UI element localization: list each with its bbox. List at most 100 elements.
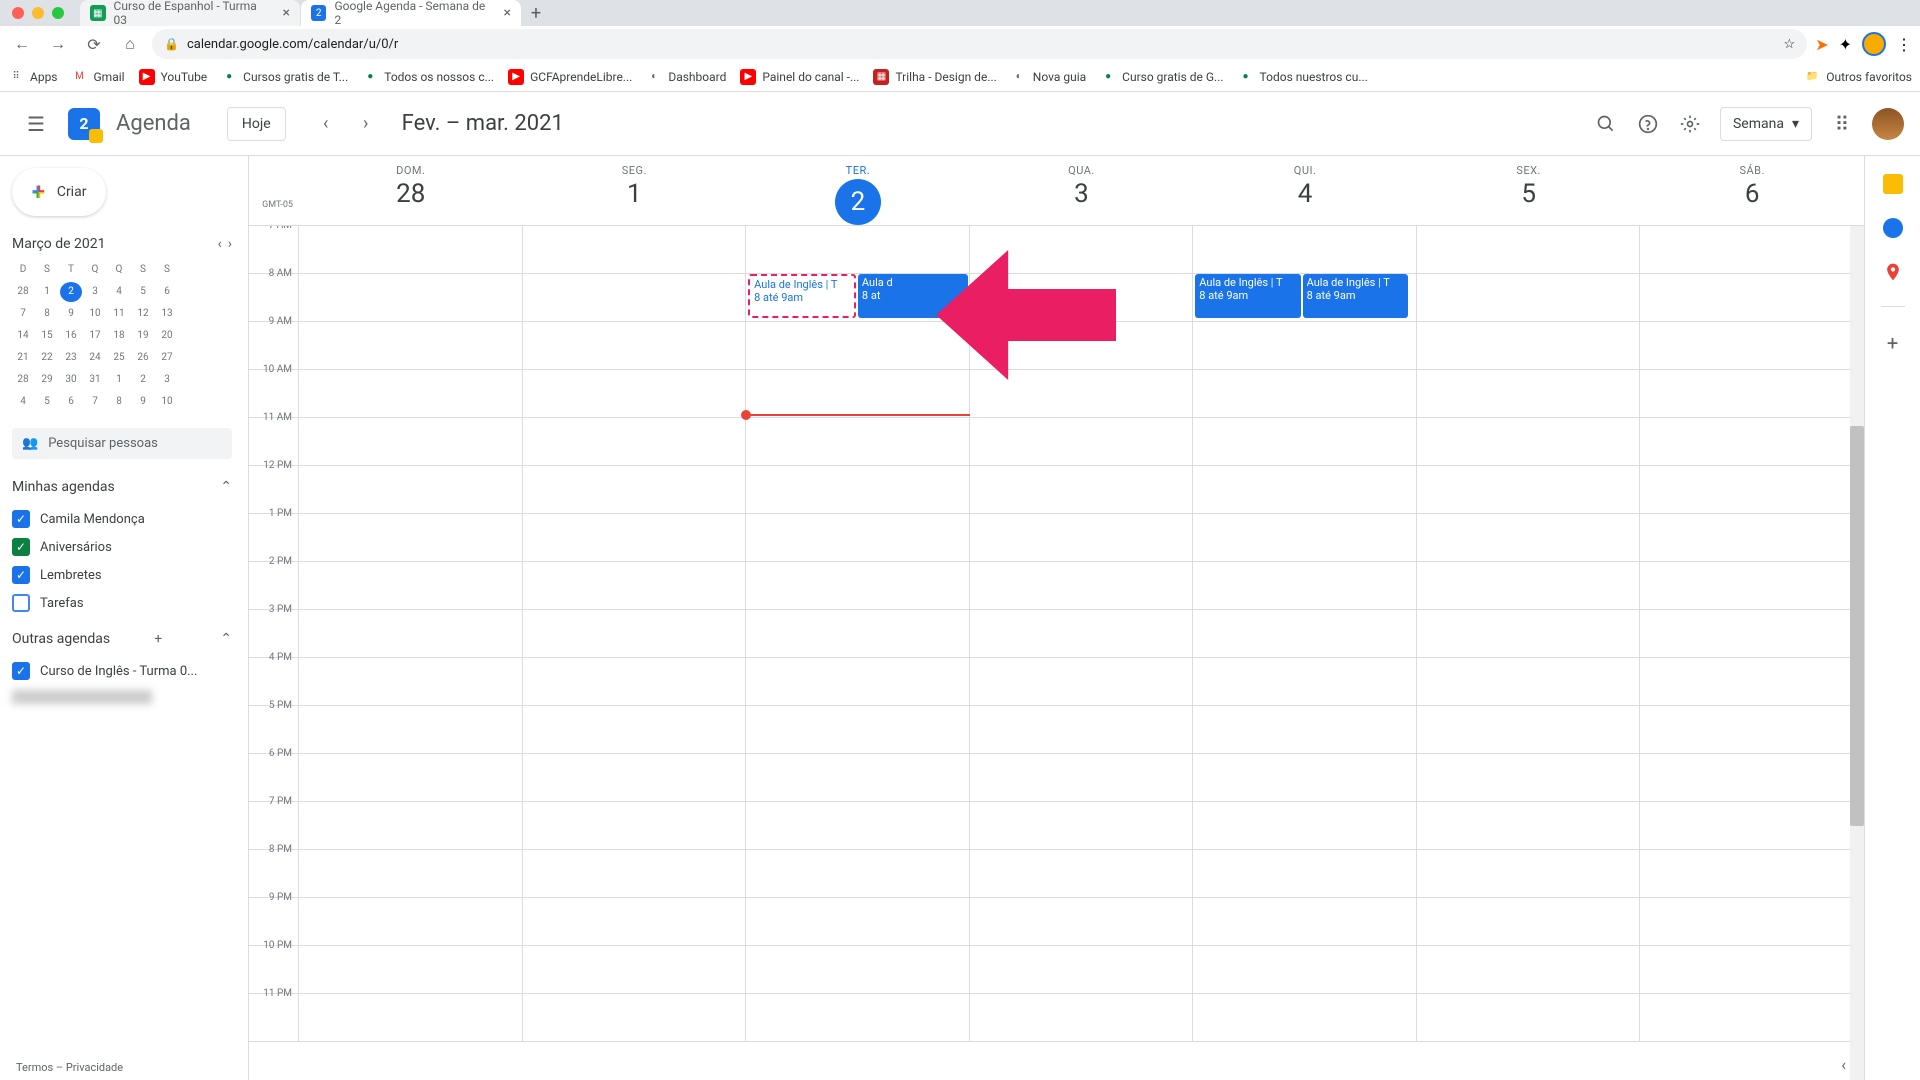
add-calendar-icon[interactable]: + [154, 631, 162, 647]
close-tab-icon[interactable]: × [283, 5, 290, 21]
new-tab-button[interactable]: + [522, 3, 550, 24]
next-week-button[interactable]: › [350, 108, 382, 140]
youtube-bookmark[interactable]: ▶YouTube [139, 69, 208, 85]
mini-day[interactable]: 25 [108, 348, 130, 368]
mini-day[interactable]: 20 [156, 326, 178, 346]
date-range[interactable]: Fev. – mar. 2021 [402, 111, 564, 136]
keep-icon[interactable] [1883, 174, 1903, 194]
event-drag-ghost[interactable]: Aula de Inglês | T 8 até 9am [748, 274, 856, 318]
mini-day[interactable]: 30 [60, 370, 82, 390]
mini-day[interactable]: 28 [12, 282, 34, 302]
mini-day[interactable]: 7 [12, 304, 34, 324]
next-month-button[interactable]: › [228, 236, 232, 252]
maps-icon[interactable] [1883, 262, 1903, 282]
mini-day[interactable]: 22 [36, 348, 58, 368]
maximize-window[interactable] [52, 7, 64, 19]
browser-tab-2[interactable]: 2 Google Agenda - Semana de 2 × [301, 0, 521, 26]
mini-day[interactable]: 6 [60, 392, 82, 412]
account-avatar[interactable] [1872, 108, 1904, 140]
checkbox[interactable]: ✓ [12, 510, 30, 528]
mini-day[interactable]: 1 [36, 282, 58, 302]
forward-button[interactable]: → [44, 30, 72, 58]
back-button[interactable]: ← [8, 30, 36, 58]
mini-day[interactable]: 12 [132, 304, 154, 324]
mini-day[interactable]: 21 [12, 348, 34, 368]
mini-day[interactable]: 26 [132, 348, 154, 368]
bookmark-item[interactable]: ▦Trilha - Design de... [873, 69, 996, 85]
mini-day[interactable]: 14 [12, 326, 34, 346]
mini-day[interactable]: 31 [84, 370, 106, 390]
star-icon[interactable]: ☆ [1784, 37, 1796, 52]
day-column[interactable] [1417, 226, 1641, 1042]
day-header[interactable]: QUA.3 [970, 156, 1194, 225]
tasks-icon[interactable] [1883, 218, 1903, 238]
checkbox[interactable]: ✓ [12, 662, 30, 680]
other-bookmarks[interactable]: 📁Outros favoritos [1804, 69, 1912, 85]
terms-privacy[interactable]: Termos – Privacidade [16, 1061, 123, 1074]
mini-day[interactable]: 3 [156, 370, 178, 390]
my-calendars-section[interactable]: Minhas agendas ⌃ [12, 479, 232, 495]
mini-day[interactable]: 27 [156, 348, 178, 368]
day-header[interactable]: SÁB.6 [1640, 156, 1864, 225]
bookmark-item[interactable]: ▶GCFAprendeLibre... [508, 69, 632, 85]
bookmark-item[interactable]: ▶Painel do canal -... [740, 69, 859, 85]
mini-day[interactable]: 3 [84, 282, 106, 302]
address-bar[interactable]: 🔒 calendar.google.com/calendar/u/0/r ☆ [152, 29, 1807, 59]
bookmark-item[interactable]: ●Cursos gratis de T... [221, 69, 348, 85]
calendar-event[interactable]: Aula de Inglês | T 8 até 9am [1303, 274, 1408, 318]
bookmark-item[interactable]: ◐Dashboard [646, 69, 726, 85]
bookmark-item[interactable]: ◐Nova guia [1011, 69, 1086, 85]
mini-day[interactable]: 8 [108, 392, 130, 412]
close-window[interactable] [12, 7, 24, 19]
create-button[interactable]: + Criar [12, 168, 106, 216]
mini-day[interactable]: 11 [108, 304, 130, 324]
mini-day[interactable]: 29 [36, 370, 58, 390]
mini-month-label[interactable]: Março de 2021 [12, 236, 106, 252]
home-button[interactable]: ⌂ [116, 30, 144, 58]
search-people-input[interactable]: 👥 Pesquisar pessoas [12, 428, 232, 459]
google-apps-icon[interactable]: ⠿ [1830, 112, 1854, 136]
menu-icon[interactable]: ⋮ [1896, 35, 1912, 54]
reload-button[interactable]: ⟳ [80, 30, 108, 58]
extensions-icon[interactable]: ✦ [1839, 35, 1852, 54]
mini-day[interactable]: 10 [84, 304, 106, 324]
day-header[interactable]: SEX.5 [1417, 156, 1641, 225]
calendar-list-item[interactable]: ✓Curso de Inglês - Turma 0... [12, 657, 232, 685]
today-button[interactable]: Hoje [227, 107, 286, 141]
mini-day[interactable]: 16 [60, 326, 82, 346]
profile-avatar[interactable] [1862, 32, 1886, 56]
day-column[interactable] [1193, 226, 1417, 1042]
mini-day[interactable]: 19 [132, 326, 154, 346]
day-column[interactable] [523, 226, 747, 1042]
mini-day[interactable]: 10 [156, 392, 178, 412]
bookmark-item[interactable]: ●Todos nuestros cu... [1238, 69, 1368, 85]
day-column[interactable] [1640, 226, 1864, 1042]
day-header[interactable]: SEG.1 [523, 156, 747, 225]
mini-day[interactable]: 15 [36, 326, 58, 346]
mini-day[interactable]: 4 [12, 392, 34, 412]
day-header[interactable]: QUI.4 [1193, 156, 1417, 225]
add-addon-icon[interactable]: + [1883, 331, 1903, 351]
help-icon[interactable] [1636, 112, 1660, 136]
mini-day[interactable]: 2 [60, 282, 82, 302]
calendar-list-item[interactable]: ✓Lembretes [12, 561, 232, 589]
bookmark-item[interactable]: ●Todos os nossos c... [362, 69, 494, 85]
day-header[interactable]: DOM.28 [299, 156, 523, 225]
mini-day[interactable]: 7 [84, 392, 106, 412]
calendar-list-item[interactable]: ✓Camila Mendonça [12, 505, 232, 533]
search-icon[interactable] [1594, 112, 1618, 136]
mini-day[interactable]: 13 [156, 304, 178, 324]
browser-tab-1[interactable]: ▦ Curso de Espanhol - Turma 03 × [80, 0, 300, 26]
checkbox[interactable]: ✓ [12, 538, 30, 556]
checkbox[interactable]: ✓ [12, 566, 30, 584]
mini-day[interactable]: 8 [36, 304, 58, 324]
calendar-list-item[interactable]: ✓Aniversários [12, 533, 232, 561]
day-column[interactable] [746, 226, 970, 1042]
main-menu-button[interactable]: ☰ [16, 104, 56, 144]
mini-day[interactable]: 23 [60, 348, 82, 368]
mini-day[interactable]: 2 [132, 370, 154, 390]
close-tab-icon[interactable]: × [504, 5, 511, 21]
other-calendars-section[interactable]: Outras agendas + ⌃ [12, 631, 232, 647]
day-column[interactable] [299, 226, 523, 1042]
calendar-grid[interactable]: 7 AM8 AM9 AM10 AM11 AM12 PM1 PM2 PM3 PM4… [249, 226, 1864, 1080]
